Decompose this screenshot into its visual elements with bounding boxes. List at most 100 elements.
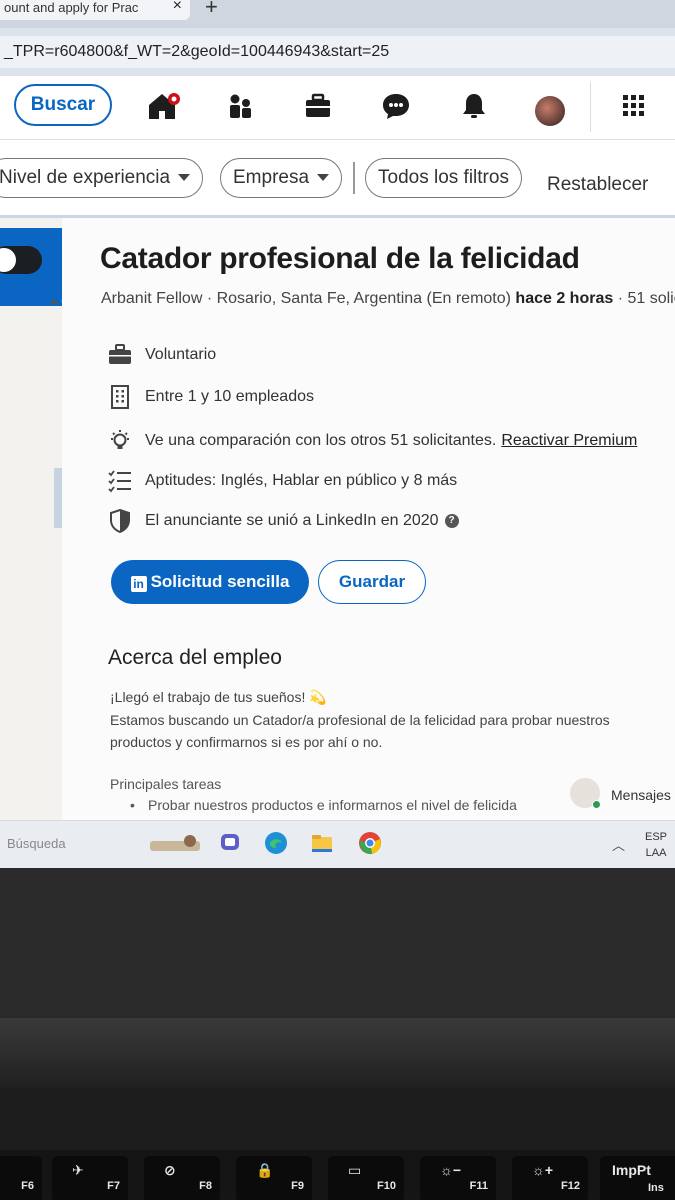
- laptop-screen: ount and apply for Prac × + _TPR=r604800…: [0, 0, 675, 870]
- file-explorer-icon[interactable]: [310, 831, 334, 855]
- f11-label: F11: [469, 1180, 488, 1192]
- network-icon[interactable]: [222, 88, 258, 124]
- help-icon[interactable]: ?: [444, 514, 459, 528]
- f9-label: F9: [291, 1180, 304, 1192]
- comparison-row: Ve una comparación con los otros 51 soli…: [107, 428, 637, 454]
- lock-icon: 🔒: [256, 1162, 274, 1178]
- laptop-bezel: [0, 868, 675, 1018]
- comparison-text: Ve una comparación con los otros 51 soli…: [145, 432, 497, 449]
- tab-title: ount and apply for Prac: [4, 0, 139, 15]
- home-icon[interactable]: [146, 88, 182, 124]
- windows-taskbar: Búsqueda ︿ ESP LAA: [0, 820, 675, 868]
- checklist-icon: [107, 468, 133, 494]
- workplace-row: Voluntario: [107, 342, 216, 368]
- input-language-indicator[interactable]: ESP LAA: [645, 829, 667, 861]
- about-job-heading: Acerca del empleo: [108, 646, 282, 669]
- task-item: Probar nuestros productos e informarnos …: [130, 797, 517, 813]
- shield-icon: [107, 508, 133, 534]
- job-description-line-1: Estamos buscando un Catador/a profesiona…: [110, 712, 610, 728]
- messaging-widget[interactable]: Mensajes: [570, 778, 675, 812]
- chevron-down-icon: [317, 174, 330, 182]
- job-description-line-2: productos y confirmarnos si es por ahí o…: [110, 734, 383, 750]
- taskbar-search[interactable]: Búsqueda: [7, 836, 66, 851]
- brightness-up-icon: ☼+: [532, 1162, 554, 1178]
- applicant-count: 51 solic: [627, 290, 675, 307]
- easy-apply-label: Solicitud sencilla: [150, 572, 290, 591]
- f9-key[interactable]: 🔒 F9: [236, 1156, 312, 1200]
- company-name[interactable]: Arbanit Fellow: [101, 290, 202, 307]
- f11-key[interactable]: ☼− F11: [420, 1156, 496, 1200]
- tab-close-icon[interactable]: ×: [173, 0, 182, 14]
- show-hidden-icons-chevron-icon[interactable]: ︿: [612, 835, 625, 854]
- messaging-icon[interactable]: [378, 88, 414, 124]
- f8-key[interactable]: ⊘ F8: [144, 1156, 220, 1200]
- job-meta-line: Arbanit Fellow · Rosario, Santa Fe, Arge…: [101, 290, 675, 308]
- keyboard-layout: LAA: [645, 847, 667, 859]
- selected-job-highlight: [0, 228, 62, 306]
- messaging-label: Mensajes: [611, 787, 671, 803]
- browser-tab[interactable]: ount and apply for Prac ×: [0, 0, 190, 20]
- experience-level-filter[interactable]: Nivel de experiencia: [0, 158, 204, 198]
- profile-avatar[interactable]: [535, 96, 565, 126]
- all-filters-button[interactable]: Todos los filtros: [365, 158, 522, 198]
- browser-tab-strip: ount and apply for Prac × +: [0, 0, 675, 28]
- alert-toggle[interactable]: [0, 246, 42, 274]
- search-button[interactable]: Buscar: [14, 84, 112, 126]
- f6-key[interactable]: F6: [0, 1156, 42, 1200]
- nav-divider: [590, 82, 591, 132]
- language-code: ESP: [645, 831, 668, 843]
- save-job-button[interactable]: Guardar: [318, 560, 426, 604]
- f6-label: F6: [21, 1180, 34, 1192]
- online-status-dot: [592, 800, 601, 809]
- job-list-panel: [0, 218, 74, 838]
- experience-level-label: Nivel de experiencia: [0, 167, 171, 188]
- filter-divider: [353, 162, 355, 194]
- poster-joined-text: El anunciante se unió a LinkedIn en 2020: [145, 512, 439, 529]
- poster-joined-row: El anunciante se unió a LinkedIn en 2020…: [107, 508, 459, 534]
- apps-grid-icon[interactable]: [616, 88, 652, 124]
- easy-apply-button[interactable]: in Solicitud sencilla: [111, 560, 309, 604]
- skills-text[interactable]: Aptitudes: Inglés, Hablar en público y 8…: [145, 472, 457, 490]
- company-filter[interactable]: Empresa: [220, 158, 343, 198]
- jobs-briefcase-icon[interactable]: [300, 88, 336, 124]
- f12-label: F12: [561, 1180, 580, 1192]
- reset-filters-button[interactable]: Restablecer: [547, 174, 648, 196]
- chrome-browser-icon[interactable]: [358, 831, 382, 855]
- f12-key[interactable]: ☼+ F12: [512, 1156, 588, 1200]
- edge-browser-icon[interactable]: [264, 831, 288, 855]
- notifications-bell-icon[interactable]: [456, 88, 492, 124]
- function-key-row: F6 ✈ F7 ⊘ F8 🔒 F9 ▭ F10 ☼− F11 ☼+ F12 ImpPt In…: [0, 1150, 675, 1200]
- print-screen-label: ImpPt: [612, 1162, 651, 1178]
- job-title[interactable]: Catador profesional de la felicidad: [100, 242, 580, 276]
- chevron-down-icon: [178, 174, 191, 182]
- main-tasks-heading: Principales tareas: [110, 776, 222, 792]
- url-field[interactable]: _TPR=r604800&f_WT=2&geoId=100446943&star…: [0, 36, 675, 68]
- f10-label: F10: [377, 1180, 396, 1192]
- reactivate-premium-link[interactable]: Reactivar Premium: [501, 432, 637, 450]
- teams-chat-icon[interactable]: [218, 831, 242, 855]
- f8-label: F8: [199, 1180, 212, 1192]
- company-size-row: Entre 1 y 10 empleados: [107, 384, 314, 410]
- camera-off-icon: ⊘: [164, 1162, 176, 1178]
- new-tab-button[interactable]: +: [205, 0, 218, 20]
- f7-label: F7: [107, 1180, 120, 1192]
- f10-key[interactable]: ▭ F10: [328, 1156, 404, 1200]
- briefcase-icon: [107, 342, 133, 368]
- airplane-mode-icon: ✈: [72, 1162, 84, 1178]
- laptop-hinge: [0, 1018, 675, 1088]
- building-icon: [107, 384, 133, 410]
- project-display-icon: ▭: [348, 1162, 362, 1178]
- linkedin-nav: Buscar: [0, 76, 675, 140]
- search-highlight-icon[interactable]: [148, 831, 204, 855]
- job-filters-bar: Nivel de experiencia Empresa Todos los f…: [0, 140, 675, 218]
- insert-label: Ins: [648, 1182, 664, 1194]
- print-screen-key[interactable]: ImpPt Ins: [600, 1156, 675, 1200]
- job-detail-panel: Catador profesional de la felicidad Arba…: [62, 218, 675, 838]
- company-size: Entre 1 y 10 empleados: [145, 388, 314, 405]
- brightness-down-icon: ☼−: [440, 1162, 462, 1178]
- f7-key[interactable]: ✈ F7: [52, 1156, 128, 1200]
- job-location: Rosario, Santa Fe, Argentina (En remoto): [216, 290, 511, 307]
- address-bar: _TPR=r604800&f_WT=2&geoId=100446943&star…: [0, 28, 675, 76]
- workplace-type: Voluntario: [145, 346, 217, 363]
- company-filter-label: Empresa: [233, 167, 310, 188]
